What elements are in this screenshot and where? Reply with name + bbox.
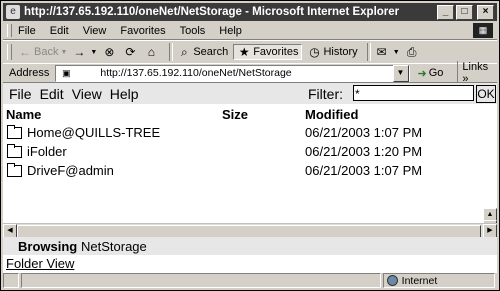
column-headers: Name Size Modified [3,106,497,122]
refresh-button[interactable]: ⟳ [123,45,139,59]
folder-icon [7,144,22,158]
app-menu-edit[interactable]: Edit [40,86,64,102]
column-size[interactable]: Size [222,107,248,122]
back-label: Back [34,46,59,58]
go-button[interactable]: ➜ Go [418,67,444,80]
go-arrow-icon: ➜ [417,67,427,80]
forward-arrow-icon: → [73,45,86,59]
back-button[interactable]: ← Back ▼ [18,45,67,59]
browsing-label: Browsing [18,239,78,254]
stop-button[interactable]: ⊗ [102,45,118,59]
file-row[interactable]: Home@QUILLS-TREE 06/21/2003 1:07 PM [3,123,483,142]
status-page-icon [3,273,19,288]
history-icon: ◷ [309,45,320,59]
go-label: Go [428,67,444,79]
globe-icon [386,275,398,286]
app-menu-help[interactable]: Help [110,86,139,102]
home-button[interactable]: ⌂ [144,45,160,59]
search-icon: ⌕ [180,45,188,59]
browsing-location: NetStorage [81,239,147,254]
mail-button[interactable]: ✉ ▼ [375,45,400,59]
app-menu-view[interactable]: View [72,86,102,102]
chevron-down-icon: ▼ [60,48,68,56]
print-button[interactable]: ⎙ [405,45,421,59]
filter-label: Filter: [308,86,343,102]
stop-icon: ⊗ [104,45,115,59]
page-icon: ▣ [62,67,71,78]
chevron-down-icon: ▼ [90,48,98,56]
ok-button[interactable]: OK [476,85,496,103]
ie-menu-bar: File Edit View Favorites Tools Help ▦ [3,22,497,40]
ie-logo-icon: ▦ [473,23,493,38]
column-modified[interactable]: Modified [305,107,358,122]
refresh-icon: ⟳ [125,45,136,59]
toolbar-grip[interactable] [7,24,12,37]
filter-input[interactable]: * [353,85,474,101]
back-arrow-icon: ← [19,45,31,59]
menu-edit[interactable]: Edit [50,25,69,37]
zone-label: Internet [401,274,438,287]
toolbar-separator [169,43,174,61]
browser-window: e http://137.65.192.110/oneNet/NetStorag… [0,0,500,291]
history-label: History [323,46,358,58]
window-title: http://137.65.192.110/oneNet/NetStorage … [24,6,400,18]
address-url[interactable]: http://137.65.192.110/oneNet/NetStorage [75,67,392,79]
forward-button[interactable]: → ▼ [72,45,97,59]
menu-file[interactable]: File [18,25,36,37]
folder-icon [7,163,22,177]
file-modified: 06/21/2003 1:07 PM [305,125,423,140]
chevron-down-icon: ▼ [392,48,400,56]
history-button[interactable]: ◷ History [307,45,357,59]
scroll-right-arrow[interactable]: ▶ [483,224,497,238]
file-name[interactable]: iFolder [27,144,67,159]
title-bar: e http://137.65.192.110/oneNet/NetStorag… [3,3,497,21]
standard-toolbar: ← Back ▼ → ▼ ⊗ ⟳ ⌂ ⌕ Search ★ Favorites … [3,40,497,64]
browsing-bar: Browsing NetStorage [3,237,497,255]
menu-tools[interactable]: Tools [180,25,206,37]
ie-page-icon: e [6,5,20,19]
folder-icon [7,125,22,139]
address-bar: Address ▣ http://137.65.192.110/oneNet/N… [3,61,497,85]
file-list: Home@QUILLS-TREE 06/21/2003 1:07 PM iFol… [3,123,483,180]
minimize-button[interactable]: _ [437,4,454,20]
app-menu-file[interactable]: File [9,86,32,102]
file-row[interactable]: DriveF@admin 06/21/2003 1:07 PM [3,161,483,180]
security-zone: Internet [382,273,495,288]
mail-icon: ✉ [376,45,387,59]
close-button[interactable]: × [477,4,494,20]
favorites-label: Favorites [253,46,299,58]
home-icon: ⌂ [147,45,155,59]
horizontal-scrollbar[interactable]: ◀ ▶ [3,223,497,239]
address-label: Address [9,67,50,79]
file-modified: 06/21/2003 1:20 PM [305,144,423,159]
menu-favorites[interactable]: Favorites [120,25,165,37]
address-input[interactable]: ▣ http://137.65.192.110/oneNet/NetStorag… [55,64,410,82]
search-button[interactable]: ⌕ Search [177,45,228,59]
scroll-left-arrow[interactable]: ◀ [3,224,17,238]
file-name[interactable]: DriveF@admin [27,163,114,178]
print-icon: ⎙ [406,45,417,59]
file-row[interactable]: iFolder 06/21/2003 1:20 PM [3,142,483,161]
menu-view[interactable]: View [83,25,107,37]
address-dropdown[interactable]: ▼ [392,64,409,82]
folder-view-link[interactable]: Folder View [6,256,74,271]
column-name[interactable]: Name [6,107,41,122]
page-content: File Edit View Help Filter: * OK Name Si… [3,82,497,273]
status-bar: Internet [3,273,497,288]
status-text [20,273,381,288]
file-modified: 06/21/2003 1:07 PM [305,163,423,178]
favorites-button[interactable]: ★ Favorites [233,44,303,60]
file-name[interactable]: Home@QUILLS-TREE [27,125,160,140]
maximize-button[interactable]: □ [456,4,473,20]
toolbar-separator [366,43,371,61]
search-label: Search [193,46,229,58]
favorites-icon: ★ [238,45,250,59]
menu-help[interactable]: Help [219,25,242,37]
toolbar-grip[interactable] [7,44,12,60]
